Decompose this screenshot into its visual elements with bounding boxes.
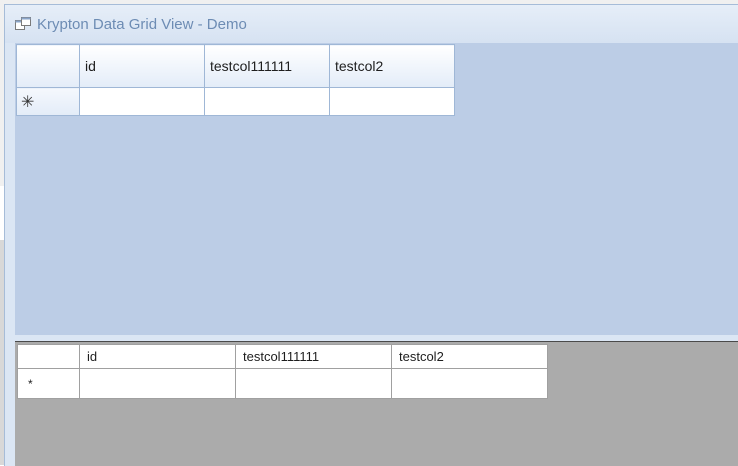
krypton-grid-corner-header[interactable]: [16, 44, 80, 88]
standard-cell-testcol111111[interactable]: [235, 368, 392, 399]
main-window: Krypton Data Grid View - Demo id testcol…: [4, 4, 738, 466]
standard-column-header-testcol2[interactable]: testcol2: [391, 344, 548, 369]
krypton-cell-testcol2[interactable]: [329, 87, 455, 116]
standard-grid-new-row: *: [17, 368, 548, 399]
krypton-column-header-id[interactable]: id: [79, 44, 205, 88]
krypton-grid-new-row: ✳: [16, 87, 455, 116]
standard-new-row-marker[interactable]: *: [17, 368, 80, 399]
standard-data-grid[interactable]: id testcol111111 testcol2 *: [17, 344, 548, 399]
krypton-column-header-testcol111111[interactable]: testcol111111: [204, 44, 330, 88]
krypton-data-grid[interactable]: id testcol111111 testcol2 ✳: [16, 44, 455, 116]
standard-grid-corner-header[interactable]: [17, 344, 80, 369]
standard-column-header-id[interactable]: id: [79, 344, 236, 369]
standard-grid-header-row: id testcol111111 testcol2: [17, 344, 548, 369]
krypton-grid-header-row: id testcol111111 testcol2: [16, 44, 455, 88]
standard-cell-id[interactable]: [79, 368, 236, 399]
krypton-new-row-marker[interactable]: ✳: [16, 87, 80, 116]
standard-column-header-testcol111111[interactable]: testcol111111: [235, 344, 392, 369]
krypton-cell-id[interactable]: [79, 87, 205, 116]
window-title: Krypton Data Grid View - Demo: [37, 16, 247, 33]
title-bar[interactable]: Krypton Data Grid View - Demo: [5, 5, 738, 43]
standard-grid-panel: id testcol111111 testcol2 *: [15, 341, 738, 466]
krypton-grid-panel: id testcol111111 testcol2 ✳: [15, 43, 738, 335]
standard-cell-testcol2[interactable]: [391, 368, 548, 399]
krypton-column-header-testcol2[interactable]: testcol2: [329, 44, 455, 88]
application-window-icon: [15, 17, 31, 30]
krypton-cell-testcol111111[interactable]: [204, 87, 330, 116]
window-client-area: id testcol111111 testcol2 ✳ id testcol11…: [15, 43, 738, 466]
